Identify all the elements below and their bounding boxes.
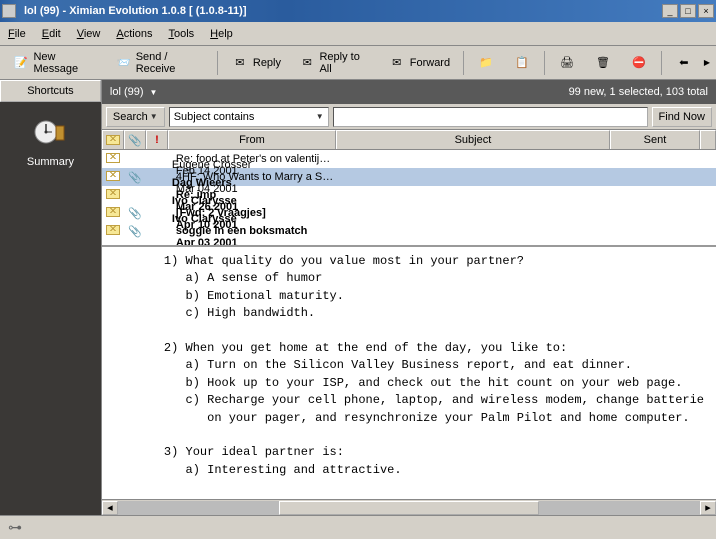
col-subject[interactable]: Subject bbox=[336, 130, 610, 149]
menu-file[interactable]: File bbox=[8, 28, 26, 40]
prev-icon: ⬅ bbox=[675, 54, 693, 72]
main-area: Shortcuts Summary lol (99) ▼ 99 new, 1 s… bbox=[0, 80, 716, 515]
scroll-thumb[interactable] bbox=[279, 501, 539, 515]
chevron-down-icon: ▼ bbox=[150, 88, 158, 97]
shortcuts-body: Summary bbox=[0, 102, 101, 515]
attach-cell: 📎 bbox=[124, 225, 146, 238]
find-now-button[interactable]: Find Now bbox=[652, 107, 712, 127]
new-message-button[interactable]: 📝 New Message bbox=[6, 46, 104, 80]
attach-cell: 📎 bbox=[124, 207, 146, 220]
separator bbox=[217, 51, 218, 75]
status-cell bbox=[102, 207, 124, 220]
minimize-button[interactable]: _ bbox=[662, 4, 678, 18]
forward-button[interactable]: ✉ Forward bbox=[381, 49, 457, 77]
col-scroll bbox=[700, 130, 716, 149]
search-mode-select[interactable]: Subject contains ▼ bbox=[169, 107, 329, 127]
col-attachment[interactable]: 📎 bbox=[124, 130, 146, 149]
forward-icon: ✉ bbox=[388, 54, 406, 72]
message-list[interactable]: Machteld Garrels Re: food at Peter's on … bbox=[102, 150, 716, 245]
send-receive-button[interactable]: 📨 Send / Receive bbox=[108, 46, 211, 80]
maximize-button[interactable]: □ bbox=[680, 4, 696, 18]
window-title: lol (99) - Ximian Evolution 1.0.8 [ (1.0… bbox=[20, 5, 660, 17]
status-cell bbox=[102, 171, 124, 184]
toolbar: 📝 New Message 📨 Send / Receive ✉ Reply ✉… bbox=[0, 46, 716, 80]
horizontal-scrollbar[interactable]: ◂ ▸ bbox=[102, 499, 716, 515]
window-menu-icon[interactable] bbox=[2, 4, 16, 18]
menu-edit[interactable]: Edit bbox=[42, 28, 61, 40]
copy-icon: 📋 bbox=[513, 54, 531, 72]
read-icon bbox=[106, 171, 120, 181]
close-button[interactable]: × bbox=[698, 4, 714, 18]
col-flag[interactable]: ! bbox=[146, 130, 168, 149]
trash-icon: 🗑 bbox=[594, 54, 612, 72]
menu-help[interactable]: Help bbox=[210, 28, 233, 40]
paperclip-icon: 📎 bbox=[128, 172, 142, 184]
stop-icon: ⛔ bbox=[630, 54, 648, 72]
flag-icon: ! bbox=[155, 134, 159, 146]
envelope-icon bbox=[106, 135, 120, 145]
read-icon bbox=[106, 153, 120, 163]
print-icon: 🖨 bbox=[558, 54, 576, 72]
titlebar[interactable]: lol (99) - Ximian Evolution 1.0.8 [ (1.0… bbox=[0, 0, 716, 22]
folder-bar: lol (99) ▼ 99 new, 1 selected, 103 total bbox=[102, 80, 716, 104]
reply-all-icon: ✉ bbox=[299, 54, 315, 72]
separator bbox=[544, 51, 545, 75]
paperclip-icon: 📎 bbox=[128, 226, 142, 238]
chevron-down-icon: ▼ bbox=[150, 112, 158, 121]
reply-button[interactable]: ✉ Reply bbox=[224, 49, 288, 77]
compose-icon: 📝 bbox=[13, 54, 29, 72]
subject-cell: soggie in een boksmatch bbox=[172, 225, 336, 237]
send-receive-icon: 📨 bbox=[115, 54, 131, 72]
reply-icon: ✉ bbox=[231, 54, 249, 72]
menu-actions[interactable]: Actions bbox=[116, 28, 152, 40]
attach-cell: 📎 bbox=[124, 171, 146, 184]
stop-button[interactable]: ⛔ bbox=[623, 49, 655, 77]
prev-button[interactable]: ⬅ bbox=[668, 49, 700, 77]
folder-status: 99 new, 1 selected, 103 total bbox=[569, 86, 708, 98]
col-from[interactable]: From bbox=[168, 130, 336, 149]
summary-label[interactable]: Summary bbox=[27, 156, 74, 168]
reply-all-button[interactable]: ✉ Reply to All bbox=[292, 46, 377, 80]
shortcuts-header[interactable]: Shortcuts bbox=[0, 80, 101, 102]
print-button[interactable]: 🖨 bbox=[551, 49, 583, 77]
toolbar-more-arrow[interactable]: ▶ bbox=[704, 58, 710, 67]
search-input[interactable] bbox=[333, 107, 648, 127]
chevron-down-icon: ▼ bbox=[316, 112, 324, 121]
sent-cell: Apr 03 2001 bbox=[172, 237, 262, 245]
from-cell: Ivo Clarysse soggie in een boksmatchApr … bbox=[168, 213, 336, 245]
separator bbox=[661, 51, 662, 75]
message-preview[interactable]: 1) What quality do you value most in you… bbox=[102, 245, 716, 499]
search-bar: Search ▼ Subject contains ▼ Find Now bbox=[102, 104, 716, 130]
move-icon: 📁 bbox=[477, 54, 495, 72]
search-button[interactable]: Search ▼ bbox=[106, 107, 165, 127]
delete-button[interactable]: 🗑 bbox=[587, 49, 619, 77]
status-cell bbox=[102, 189, 124, 202]
paperclip-icon: 📎 bbox=[128, 134, 142, 147]
col-sent[interactable]: Sent bbox=[610, 130, 700, 149]
message-row[interactable]: 📎Ivo Clarysse soggie in een boksmatchApr… bbox=[102, 222, 716, 240]
copy-button[interactable]: 📋 bbox=[506, 49, 538, 77]
summary-icon[interactable] bbox=[32, 114, 68, 150]
menubar: File Edit View Actions Tools Help bbox=[0, 22, 716, 46]
menu-tools[interactable]: Tools bbox=[168, 28, 194, 40]
content-area: lol (99) ▼ 99 new, 1 selected, 103 total… bbox=[102, 80, 716, 515]
status-cell bbox=[102, 225, 124, 238]
message-list-header: 📎 ! From Subject Sent bbox=[102, 130, 716, 150]
status-cell bbox=[102, 153, 124, 166]
unread-icon bbox=[106, 189, 120, 199]
menu-view[interactable]: View bbox=[77, 28, 101, 40]
shortcuts-panel: Shortcuts Summary bbox=[0, 80, 102, 515]
folder-selector[interactable]: lol (99) ▼ bbox=[110, 86, 158, 98]
scroll-right-arrow[interactable]: ▸ bbox=[700, 501, 716, 515]
move-button[interactable]: 📁 bbox=[470, 49, 502, 77]
unread-icon bbox=[106, 207, 120, 217]
separator bbox=[463, 51, 464, 75]
online-toggle-icon[interactable]: ⊶ bbox=[8, 519, 22, 536]
unread-icon bbox=[106, 225, 120, 235]
col-status[interactable] bbox=[102, 130, 124, 149]
paperclip-icon: 📎 bbox=[128, 208, 142, 220]
scroll-left-arrow[interactable]: ◂ bbox=[102, 501, 118, 515]
